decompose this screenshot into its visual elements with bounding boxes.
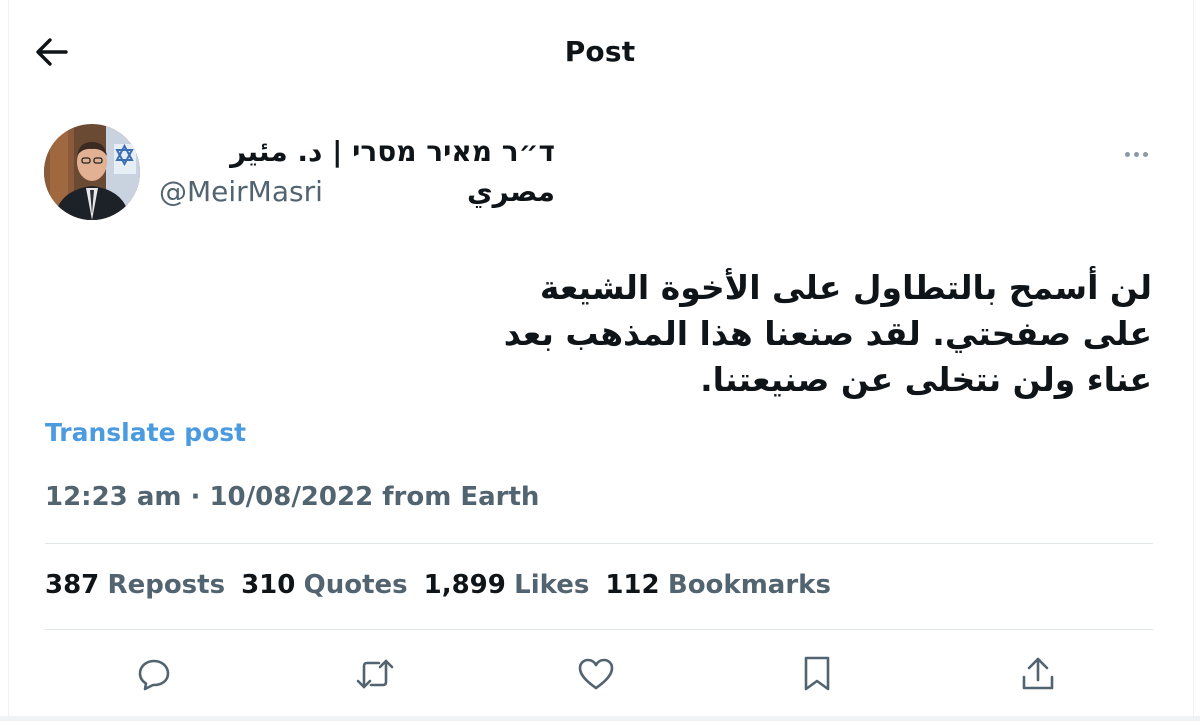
reposts-label: Reposts xyxy=(107,570,226,600)
more-dot-icon xyxy=(1142,151,1148,157)
tweet-text: لن أسمح بالتطاول على الأخوة الشيعة على ص… xyxy=(503,268,1152,399)
quotes-label: Quotes xyxy=(303,570,408,600)
like-button[interactable] xyxy=(574,652,618,696)
repost-button[interactable] xyxy=(353,652,397,696)
tweet-source: from Earth xyxy=(382,482,540,512)
reply-button[interactable] xyxy=(132,652,176,696)
bookmarks-count: 112 xyxy=(605,570,660,600)
more-dot-icon xyxy=(1133,151,1139,157)
reposts-count: 387 xyxy=(45,570,100,600)
likes-label: Likes xyxy=(514,570,590,600)
more-options-button[interactable] xyxy=(1116,142,1156,166)
bookmark-button[interactable] xyxy=(795,652,839,696)
page-title: Post xyxy=(564,35,636,68)
reposts-stat[interactable]: 387 Reposts xyxy=(45,566,225,604)
translate-post-link[interactable]: Translate post xyxy=(45,415,246,451)
quotes-stat[interactable]: 310 Quotes xyxy=(241,566,408,604)
divider xyxy=(45,629,1153,630)
share-button[interactable] xyxy=(1016,652,1060,696)
engagement-stats: 387 Reposts 310 Quotes 1,899 Likes 112 B… xyxy=(45,566,831,604)
meta-separator: · xyxy=(190,482,210,512)
share-icon xyxy=(1022,657,1054,690)
avatar[interactable] xyxy=(44,124,140,220)
author-handle[interactable]: @MeirMasri xyxy=(159,172,323,212)
bookmark-icon xyxy=(804,656,830,691)
likes-stat[interactable]: 1,899 Likes xyxy=(424,566,590,604)
quotes-count: 310 xyxy=(241,570,296,600)
header: Post xyxy=(0,0,1200,100)
tweet-date[interactable]: 10/08/2022 xyxy=(209,482,373,512)
reply-icon xyxy=(138,659,170,691)
bookmarks-stat[interactable]: 112 Bookmarks xyxy=(605,566,831,604)
avatar-image xyxy=(44,124,140,220)
repost-icon xyxy=(356,659,394,689)
bottom-border xyxy=(0,716,1200,721)
more-dot-icon xyxy=(1124,151,1130,157)
tweet-meta: 12:23 am · 10/08/2022 from Earth xyxy=(45,478,539,516)
likes-count: 1,899 xyxy=(423,570,506,600)
divider xyxy=(45,543,1153,544)
like-icon xyxy=(578,658,614,690)
bookmarks-label: Bookmarks xyxy=(667,570,831,600)
tweet-time[interactable]: 12:23 am xyxy=(45,482,181,512)
